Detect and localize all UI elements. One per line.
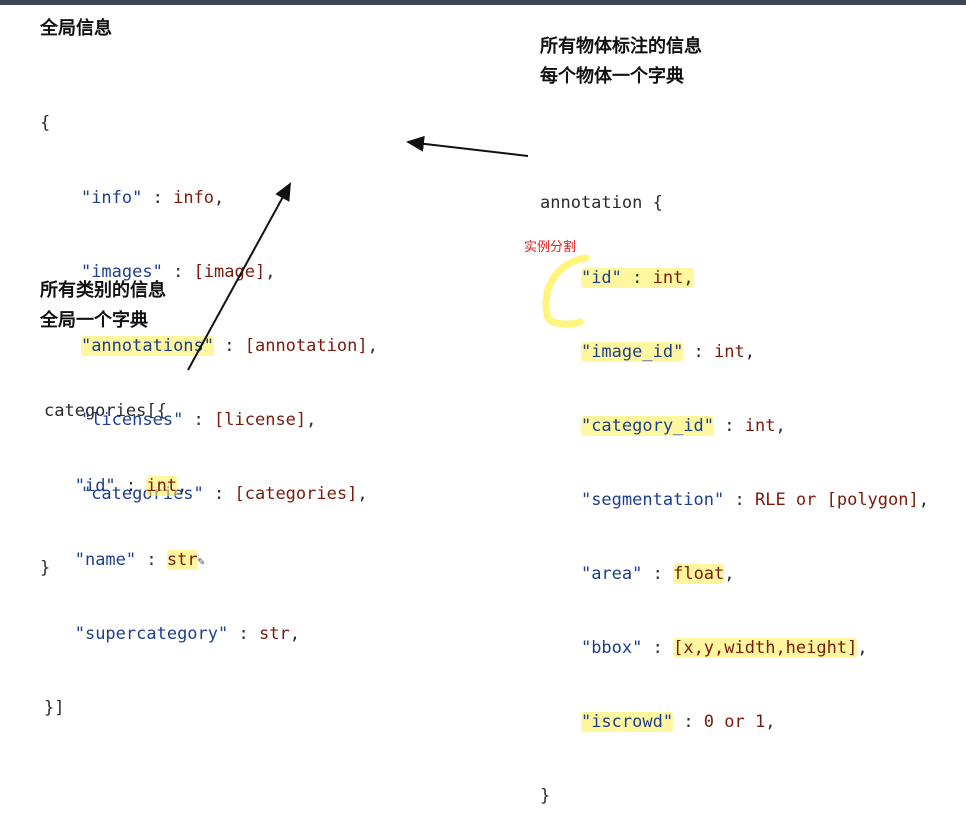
annotation-line-iscrowd: "iscrowd" : 0 or 1, bbox=[540, 710, 929, 735]
arrow-categories-to-categories bbox=[187, 182, 291, 371]
comma: , bbox=[289, 623, 300, 644]
value-segmentation: RLE or [polygon] bbox=[754, 489, 919, 510]
sep: : bbox=[228, 623, 259, 644]
value-iscrowd: 0 or 1 bbox=[703, 712, 766, 733]
comma: , bbox=[918, 489, 929, 510]
annotation-close: } bbox=[540, 786, 551, 807]
arrow-annotation-to-annotations bbox=[406, 135, 529, 157]
categories-close: }] bbox=[44, 697, 65, 718]
value-cat-name: str bbox=[166, 549, 198, 570]
key-bbox: "bbox" bbox=[580, 637, 643, 658]
key-cat-name: "name" bbox=[74, 549, 137, 570]
pencil-cursor-icon: ✎ bbox=[197, 553, 205, 568]
comma: , bbox=[765, 712, 776, 733]
sep: : bbox=[673, 712, 704, 733]
comma: , bbox=[357, 483, 368, 504]
sep: : bbox=[724, 489, 755, 510]
categories-line-name: "name" : str✎ bbox=[44, 548, 300, 573]
annotation-line-segmentation: "segmentation" : RLE or [polygon], bbox=[540, 488, 929, 513]
annotation-line-area: "area" : float, bbox=[540, 562, 929, 587]
value-area: float bbox=[673, 563, 725, 584]
comma: , bbox=[724, 563, 735, 584]
sep: : bbox=[642, 637, 674, 658]
annotation-overlay bbox=[187, 135, 590, 371]
key-cat-supercategory: "supercategory" bbox=[74, 623, 229, 644]
key-iscrowd: "iscrowd" bbox=[580, 712, 674, 733]
comma: , bbox=[857, 637, 868, 658]
key-segmentation: "segmentation" bbox=[580, 489, 725, 510]
value-bbox: [x,y,width,height] bbox=[673, 637, 858, 658]
highlight-bracket-mark bbox=[542, 254, 590, 328]
key-area: "area" bbox=[580, 563, 643, 584]
annotation-line-bbox: "bbox" : [x,y,width,height], bbox=[540, 636, 929, 661]
value-cat-supercategory: str bbox=[258, 623, 290, 644]
sep: : bbox=[642, 563, 674, 584]
sep: : bbox=[136, 549, 167, 570]
categories-line-supercategory: "supercategory" : str, bbox=[44, 622, 300, 647]
